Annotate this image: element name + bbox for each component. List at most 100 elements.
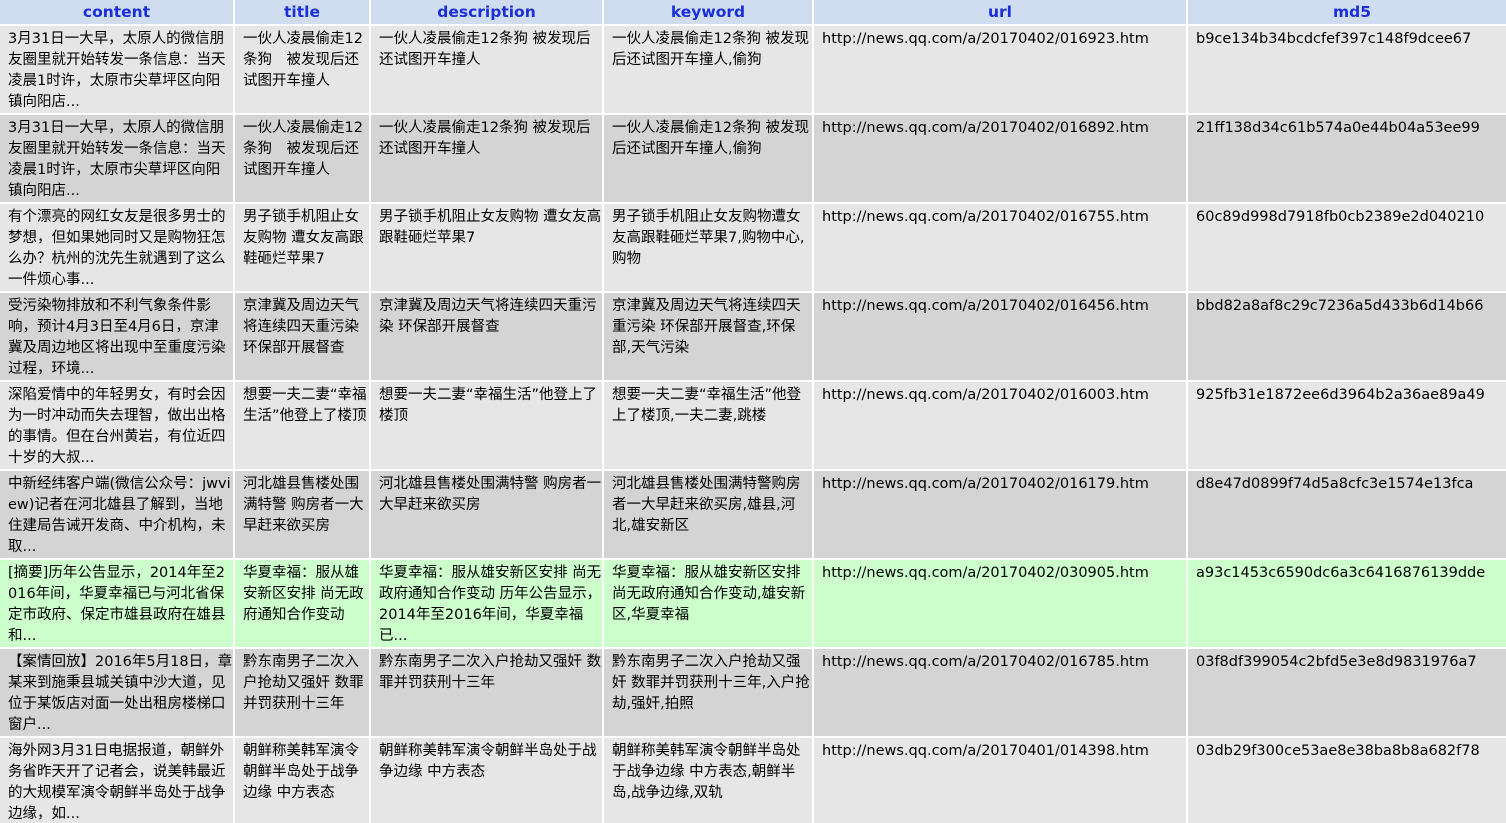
table-body: 3月31日一大早，太原人的微信朋友圈里就开始转发一条信息：当天凌晨1时许，太原市…: [0, 26, 1506, 823]
url-cell: http://news.qq.com/a/20170402/016923.htm: [814, 26, 1186, 113]
title-cell: 一伙人凌晨偷走12条狗 被发现后还试图开车撞人: [235, 26, 369, 113]
table-row[interactable]: 3月31日一大早，太原人的微信朋友圈里就开始转发一条信息：当天凌晨1时许，太原市…: [0, 115, 1506, 202]
description-cell: 华夏幸福：服从雄安新区安排 尚无政府通知合作变动 历年公告显示，2014年至20…: [371, 560, 602, 647]
table-row[interactable]: 海外网3月31日电据报道，朝鲜外务省昨天开了记者会，说美韩最近的大规模军演令朝鲜…: [0, 738, 1506, 823]
keyword-text: 京津冀及周边天气将连续四天重污染 环保部开展督查,环保部,天气污染: [612, 298, 801, 356]
url-text: http://news.qq.com/a/20170402/016003.htm: [822, 387, 1149, 403]
title-text: 男子锁手机阻止女友购物 遭女友高跟鞋砸烂苹果7: [243, 209, 364, 267]
table-row[interactable]: 受污染物排放和不利气象条件影响，预计4月3日至4月6日，京津冀及周边地区将出现中…: [0, 293, 1506, 380]
column-header-title[interactable]: title: [235, 0, 369, 24]
content-text: 【案情回放】2016年5月18日，章某来到施秉县城关镇中沙大道，见位于某饭店对面…: [8, 654, 233, 733]
content-text: 中新经纬客户端(微信公众号：jwview)记者在河北雄县了解到，当地住建局告诫开…: [8, 476, 231, 555]
keyword-cell: 黔东南男子二次入户抢劫又强奸 数罪并罚获刑十三年,入户抢劫,强奸,拍照: [604, 649, 812, 736]
column-header-description[interactable]: description: [371, 0, 602, 24]
description-cell: 河北雄县售楼处围满特警 购房者一大早赶来欲买房: [371, 471, 602, 558]
description-cell: 一伙人凌晨偷走12条狗 被发现后还试图开车撞人: [371, 115, 602, 202]
table-row[interactable]: 中新经纬客户端(微信公众号：jwview)记者在河北雄县了解到，当地住建局告诫开…: [0, 471, 1506, 558]
md5-text: 60c89d998d7918fb0cb2389e2d040210: [1196, 209, 1485, 225]
description-text: 京津冀及周边天气将连续四天重污染 环保部开展督查: [379, 298, 597, 335]
table-row[interactable]: 3月31日一大早，太原人的微信朋友圈里就开始转发一条信息：当天凌晨1时许，太原市…: [0, 26, 1506, 113]
keyword-text: 河北雄县售楼处围满特警购房者一大早赶来欲买房,雄县,河北,雄安新区: [612, 476, 801, 534]
md5-text: bbd82a8af8c29c7236a5d433b6d14b66: [1196, 298, 1484, 314]
title-text: 河北雄县售楼处围满特警 购房者一大早赶来欲买房: [243, 476, 364, 534]
md5-cell: 60c89d998d7918fb0cb2389e2d040210: [1188, 204, 1506, 291]
column-header-keyword[interactable]: keyword: [604, 0, 812, 24]
content-text: 3月31日一大早，太原人的微信朋友圈里就开始转发一条信息：当天凌晨1时许，太原市…: [8, 31, 226, 110]
keyword-text: 华夏幸福：服从雄安新区安排 尚无政府通知合作变动,雄安新区,华夏幸福: [612, 565, 806, 623]
keyword-text: 男子锁手机阻止女友购物遭女友高跟鞋砸烂苹果7,购物中心,购物: [612, 209, 805, 267]
content-cell: 3月31日一大早，太原人的微信朋友圈里就开始转发一条信息：当天凌晨1时许，太原市…: [0, 26, 233, 113]
md5-text: b9ce134b34bcdcfef397c148f9dcee67: [1196, 31, 1472, 47]
content-cell: 受污染物排放和不利气象条件影响，预计4月3日至4月6日，京津冀及周边地区将出现中…: [0, 293, 233, 380]
url-text: http://news.qq.com/a/20170402/016755.htm: [822, 209, 1149, 225]
url-text: http://news.qq.com/a/20170402/016923.htm: [822, 31, 1149, 47]
url-text: http://news.qq.com/a/20170402/016179.htm: [822, 476, 1149, 492]
header-row: content title description keyword url md…: [0, 0, 1506, 24]
url-cell: http://news.qq.com/a/20170402/016456.htm: [814, 293, 1186, 380]
description-text: 黔东南男子二次入户抢劫又强奸 数罪并罚获刑十三年: [379, 654, 602, 691]
title-cell: 一伙人凌晨偷走12条狗 被发现后还试图开车撞人: [235, 115, 369, 202]
table-row[interactable]: [摘要]历年公告显示，2014年至2016年间，华夏幸福已与河北省保定市政府、保…: [0, 560, 1506, 647]
keyword-text: 一伙人凌晨偷走12条狗 被发现后还试图开车撞人,偷狗: [612, 120, 810, 157]
md5-cell: bbd82a8af8c29c7236a5d433b6d14b66: [1188, 293, 1506, 380]
table-row[interactable]: 深陷爱情中的年轻男女，有时会因为一时冲动而失去理智，做出出格的事情。但在台州黄岩…: [0, 382, 1506, 469]
title-text: 一伙人凌晨偷走12条狗 被发现后还试图开车撞人: [243, 31, 363, 89]
md5-text: 03db29f300ce53ae8e38ba8b8a682f78: [1196, 743, 1480, 759]
description-text: 一伙人凌晨偷走12条狗 被发现后还试图开车撞人: [379, 31, 591, 68]
table-row[interactable]: 【案情回放】2016年5月18日，章某来到施秉县城关镇中沙大道，见位于某饭店对面…: [0, 649, 1506, 736]
title-cell: 河北雄县售楼处围满特警 购房者一大早赶来欲买房: [235, 471, 369, 558]
content-text: 受污染物排放和不利气象条件影响，预计4月3日至4月6日，京津冀及周边地区将出现中…: [8, 298, 226, 377]
keyword-cell: 一伙人凌晨偷走12条狗 被发现后还试图开车撞人,偷狗: [604, 115, 812, 202]
column-header-md5[interactable]: md5: [1188, 0, 1506, 24]
title-text: 京津冀及周边天气将连续四天重污染 环保部开展督查: [243, 298, 359, 356]
description-cell: 黔东南男子二次入户抢劫又强奸 数罪并罚获刑十三年: [371, 649, 602, 736]
md5-cell: 21ff138d34c61b574a0e44b04a53ee99: [1188, 115, 1506, 202]
content-cell: 有个漂亮的网红女友是很多男士的梦想，但如果她同时又是购物狂怎么办？杭州的沈先生就…: [0, 204, 233, 291]
content-cell: 海外网3月31日电据报道，朝鲜外务省昨天开了记者会，说美韩最近的大规模军演令朝鲜…: [0, 738, 233, 823]
md5-text: 925fb31e1872ee6d3964b2a36ae89a49: [1196, 387, 1485, 403]
description-cell: 京津冀及周边天气将连续四天重污染 环保部开展督查: [371, 293, 602, 380]
md5-cell: b9ce134b34bcdcfef397c148f9dcee67: [1188, 26, 1506, 113]
title-cell: 想要一夫二妻“幸福生活”他登上了楼顶: [235, 382, 369, 469]
content-text: 海外网3月31日电据报道，朝鲜外务省昨天开了记者会，说美韩最近的大规模军演令朝鲜…: [8, 743, 226, 822]
description-cell: 男子锁手机阻止女友购物 遭女友高跟鞋砸烂苹果7: [371, 204, 602, 291]
keyword-text: 朝鲜称美韩军演令朝鲜半岛处于战争边缘 中方表态,朝鲜半岛,战争边缘,双轨: [612, 743, 801, 801]
md5-text: 03f8df399054c2bfd5e3e8d9831976a7: [1196, 654, 1477, 670]
md5-text: 21ff138d34c61b574a0e44b04a53ee99: [1196, 120, 1480, 136]
content-cell: 【案情回放】2016年5月18日，章某来到施秉县城关镇中沙大道，见位于某饭店对面…: [0, 649, 233, 736]
description-text: 想要一夫二妻“幸福生活”他登上了楼顶: [379, 387, 598, 424]
description-text: 男子锁手机阻止女友购物 遭女友高跟鞋砸烂苹果7: [379, 209, 602, 246]
table-header: content title description keyword url md…: [0, 0, 1506, 24]
url-cell: http://news.qq.com/a/20170402/030905.htm: [814, 560, 1186, 647]
url-cell: http://news.qq.com/a/20170402/016785.htm: [814, 649, 1186, 736]
description-cell: 想要一夫二妻“幸福生活”他登上了楼顶: [371, 382, 602, 469]
description-cell: 朝鲜称美韩军演令朝鲜半岛处于战争边缘 中方表态: [371, 738, 602, 823]
column-header-content[interactable]: content: [0, 0, 233, 24]
keyword-cell: 朝鲜称美韩军演令朝鲜半岛处于战争边缘 中方表态,朝鲜半岛,战争边缘,双轨: [604, 738, 812, 823]
content-cell: [摘要]历年公告显示，2014年至2016年间，华夏幸福已与河北省保定市政府、保…: [0, 560, 233, 647]
description-text: 一伙人凌晨偷走12条狗 被发现后还试图开车撞人: [379, 120, 591, 157]
md5-text: d8e47d0899f74d5a8cfc3e1574e13fca: [1196, 476, 1474, 492]
description-text: 华夏幸福：服从雄安新区安排 尚无政府通知合作变动 历年公告显示，2014年至20…: [379, 565, 602, 644]
url-text: http://news.qq.com/a/20170402/016785.htm: [822, 654, 1149, 670]
content-text: 深陷爱情中的年轻男女，有时会因为一时冲动而失去理智，做出出格的事情。但在台州黄岩…: [8, 387, 226, 466]
content-text: 3月31日一大早，太原人的微信朋友圈里就开始转发一条信息：当天凌晨1时许，太原市…: [8, 120, 226, 199]
results-table: content title description keyword url md…: [0, 0, 1506, 823]
title-text: 朝鲜称美韩军演令朝鲜半岛处于战争边缘 中方表态: [243, 743, 359, 801]
url-text: http://news.qq.com/a/20170402/030905.htm: [822, 565, 1149, 581]
content-text: [摘要]历年公告显示，2014年至2016年间，华夏幸福已与河北省保定市政府、保…: [8, 565, 226, 644]
content-cell: 深陷爱情中的年轻男女，有时会因为一时冲动而失去理智，做出出格的事情。但在台州黄岩…: [0, 382, 233, 469]
url-text: http://news.qq.com/a/20170402/016456.htm: [822, 298, 1149, 314]
title-cell: 朝鲜称美韩军演令朝鲜半岛处于战争边缘 中方表态: [235, 738, 369, 823]
content-cell: 中新经纬客户端(微信公众号：jwview)记者在河北雄县了解到，当地住建局告诫开…: [0, 471, 233, 558]
keyword-text: 黔东南男子二次入户抢劫又强奸 数罪并罚获刑十三年,入户抢劫,强奸,拍照: [612, 654, 810, 712]
column-header-url[interactable]: url: [814, 0, 1186, 24]
md5-cell: 03f8df399054c2bfd5e3e8d9831976a7: [1188, 649, 1506, 736]
keyword-cell: 京津冀及周边天气将连续四天重污染 环保部开展督查,环保部,天气污染: [604, 293, 812, 380]
md5-cell: d8e47d0899f74d5a8cfc3e1574e13fca: [1188, 471, 1506, 558]
title-text: 华夏幸福：服从雄安新区安排 尚无政府通知合作变动: [243, 565, 364, 623]
url-cell: http://news.qq.com/a/20170402/016179.htm: [814, 471, 1186, 558]
table-row[interactable]: 有个漂亮的网红女友是很多男士的梦想，但如果她同时又是购物狂怎么办？杭州的沈先生就…: [0, 204, 1506, 291]
title-cell: 华夏幸福：服从雄安新区安排 尚无政府通知合作变动: [235, 560, 369, 647]
keyword-cell: 华夏幸福：服从雄安新区安排 尚无政府通知合作变动,雄安新区,华夏幸福: [604, 560, 812, 647]
